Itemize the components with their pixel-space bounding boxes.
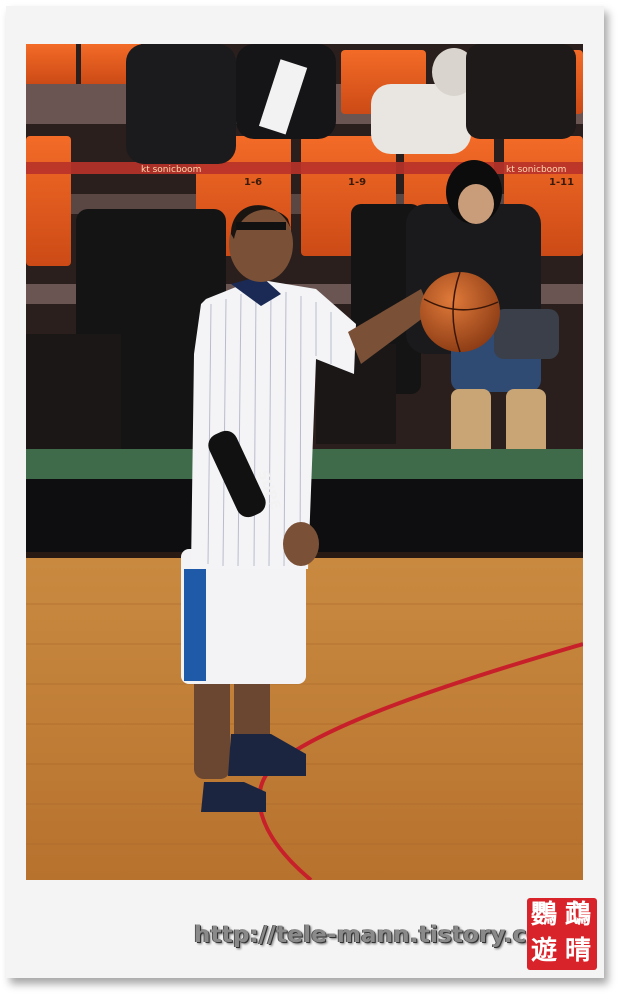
seal-glyph: 晴 bbox=[565, 936, 592, 966]
seat-label: 1-11 bbox=[549, 177, 574, 188]
red-seal-stamp: 鸚 鵡 遊 晴 bbox=[527, 898, 597, 970]
photo-frame: kt sonicboom kt sonicboom 1-6 1-9 1-11 S… bbox=[6, 6, 604, 978]
seat-label: 1-6 bbox=[244, 177, 262, 188]
seat-label: 1-9 bbox=[348, 177, 366, 188]
url-caption: http://tele-mann.tistory.com bbox=[194, 922, 567, 948]
photo: kt sonicboom kt sonicboom 1-6 1-9 1-11 S… bbox=[26, 44, 583, 880]
arena-banner: kt sonicboom bbox=[141, 165, 201, 175]
basketball-scene-image: kt sonicboom kt sonicboom 1-6 1-9 1-11 S… bbox=[26, 44, 583, 880]
seal-glyph: 鸚 bbox=[531, 900, 558, 930]
basketball bbox=[420, 272, 500, 352]
seal-glyph: 鵡 bbox=[565, 900, 592, 930]
arena-banner-2: kt sonicboom bbox=[506, 165, 566, 175]
seal-glyph: 遊 bbox=[531, 936, 558, 966]
